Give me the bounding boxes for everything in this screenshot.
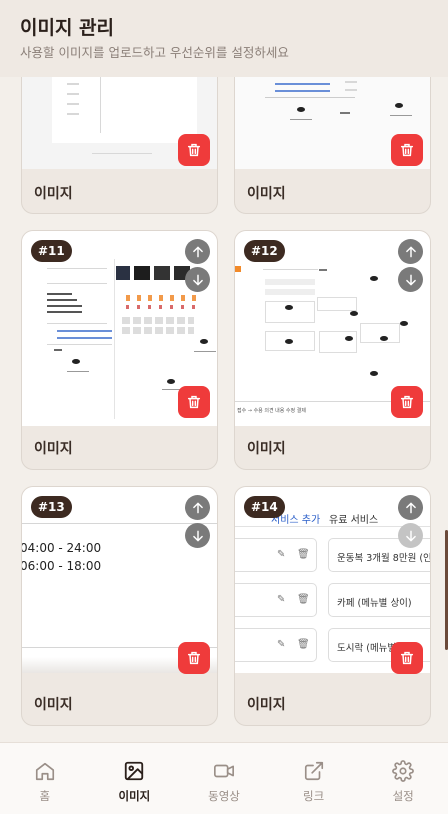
nav-item-image[interactable]: 이미지: [90, 743, 180, 814]
video-icon: [213, 764, 234, 778]
tab-paid-service: 유료 서비스: [329, 515, 379, 526]
image-card[interactable]: 서비스 추가 유료 서비스 ✎ 🗑 운동복 3개월 8만원 (인정 ✎ 🗑 카페…: [234, 486, 431, 726]
image-card[interactable]: 이미지: [234, 77, 431, 214]
move-down-button[interactable]: [398, 267, 423, 292]
image-card[interactable]: 04:00 - 24:00 06:00 - 18:00 #13 이미지: [21, 486, 218, 726]
card-label: 이미지: [247, 441, 286, 457]
arrow-down-icon: [405, 274, 416, 285]
priority-badge: #14: [244, 496, 285, 518]
move-up-button[interactable]: [398, 495, 423, 520]
trash-icon: [187, 143, 201, 157]
delete-button[interactable]: [178, 134, 210, 166]
nav-label: 동영상: [208, 789, 240, 803]
nav-label: 설정: [392, 789, 414, 803]
trash-icon: [400, 651, 414, 665]
move-up-button[interactable]: [185, 495, 210, 520]
move-down-button[interactable]: [185, 267, 210, 292]
card-label: 이미지: [34, 697, 73, 713]
arrow-down-icon: [192, 274, 203, 285]
priority-badge: #11: [31, 240, 72, 262]
delete-button[interactable]: [391, 386, 423, 418]
page-header: 이미지 관리 사용할 이미지를 업로드하고 우선순위를 설정하세요: [0, 0, 448, 77]
move-down-button[interactable]: [398, 523, 423, 548]
service-item-1: 운동복 3개월 8만원 (인정: [337, 553, 430, 564]
time-range-2: 06:00 - 18:00: [22, 559, 102, 573]
nav-label: 홈: [39, 789, 51, 803]
nav-item-settings[interactable]: 설정: [358, 743, 448, 814]
delete-button[interactable]: [178, 642, 210, 674]
trash-icon: [400, 395, 414, 409]
arrow-down-icon: [405, 530, 416, 541]
trash-icon: [187, 651, 201, 665]
move-up-button[interactable]: [398, 239, 423, 264]
trash-icon: [400, 143, 414, 157]
card-label: 이미지: [247, 186, 286, 202]
image-card[interactable]: 접수 → 수용 의견 내용 수정 결제 #12 이미지: [234, 230, 431, 470]
nav-label: 링크: [302, 789, 325, 803]
bottom-nav: 홈 이미지 동영상 링크 설정: [0, 742, 448, 814]
image-card[interactable]: #11 이미지: [21, 230, 218, 470]
arrow-up-icon: [192, 502, 203, 513]
arrow-up-icon: [405, 502, 416, 513]
delete-button[interactable]: [178, 386, 210, 418]
time-range-1: 04:00 - 24:00: [22, 541, 102, 555]
arrow-up-icon: [405, 246, 416, 257]
image-icon: [125, 761, 144, 781]
page-subtitle: 사용할 이미지를 업로드하고 우선순위를 설정하세요: [20, 45, 289, 60]
arrow-down-icon: [192, 530, 203, 541]
screenshot-footer-text: 접수 → 수용 의견 내용 수정 결제: [237, 408, 306, 414]
arrow-up-icon: [192, 246, 203, 257]
delete-button[interactable]: [391, 134, 423, 166]
nav-label: 이미지: [118, 789, 151, 803]
move-up-button[interactable]: [185, 239, 210, 264]
card-label: 이미지: [34, 441, 73, 457]
image-card[interactable]: 이미지: [21, 77, 218, 214]
home-icon: [35, 762, 54, 781]
trash-icon: [187, 395, 201, 409]
move-down-button[interactable]: [185, 523, 210, 548]
nav-item-home[interactable]: 홈: [0, 743, 90, 814]
card-label: 이미지: [247, 697, 286, 713]
page-title: 이미지 관리: [20, 17, 115, 39]
service-item-2: 카페 (메뉴별 상이): [337, 598, 412, 609]
external-link-icon: [304, 761, 323, 781]
image-grid[interactable]: 이미지 이미지 #11 이미지 접수 → 수용 의견 내용 수정 결제 #12 …: [0, 77, 448, 742]
nav-item-video[interactable]: 동영상: [179, 743, 269, 814]
service-item-3: 도시락 (메뉴별: [337, 643, 397, 654]
priority-badge: #13: [31, 496, 72, 518]
priority-badge: #12: [244, 240, 285, 262]
delete-button[interactable]: [391, 642, 423, 674]
gear-icon: [392, 760, 415, 782]
card-label: 이미지: [34, 186, 73, 202]
nav-item-link[interactable]: 링크: [269, 743, 359, 814]
